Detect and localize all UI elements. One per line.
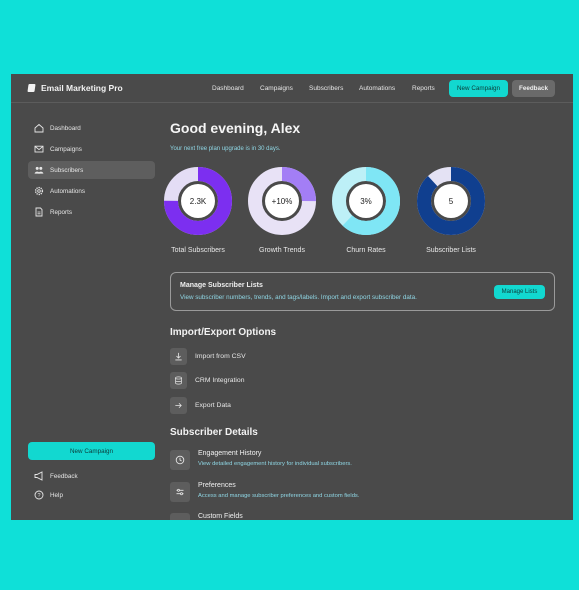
engagement-history-description: View detailed engagement history for ind… [198,461,352,467]
stat-card[interactable]: 2.3K [163,167,233,240]
sidebar-item-help[interactable]: ? Help [28,486,155,504]
sidebar-item-reports[interactable]: Reports [28,203,155,221]
stat-card[interactable]: 3% [331,167,401,240]
sidebar-item-label: Feedback [50,472,78,480]
preferences-title: Preferences [198,482,236,489]
nav-campaigns[interactable]: Campaigns [260,85,293,92]
manage-lists-title: Manage Subscriber Lists [180,282,263,289]
subscriber-details-title: Subscriber Details [170,427,258,438]
export-data-label: Export Data [195,402,231,409]
stat-card[interactable]: 5 [416,167,486,240]
nav-automations[interactable]: Automations [359,85,395,92]
sidebar-item-automations[interactable]: Automations [28,182,155,200]
clock-icon [170,450,190,470]
plan-upgrade-note: Your next free plan upgrade is in 30 day… [170,146,281,152]
donut-chart: 3% [332,167,400,235]
sliders-icon [170,482,190,502]
nav-reports[interactable]: Reports [412,85,435,92]
gear-icon [34,186,44,196]
arrow-right-icon [170,397,187,414]
brand-name: Email Marketing Pro [41,83,123,93]
manage-lists-card: Manage Subscriber Lists View subscriber … [170,272,555,311]
sidebar-item-subscribers[interactable]: Subscribers [28,161,155,179]
import-export-title: Import/Export Options [170,327,277,338]
sidebar-item-label: Automations [50,187,86,195]
sidebar-new-campaign-button[interactable]: New Campaign [28,442,155,460]
sidebar-item-dashboard[interactable]: Dashboard [28,119,155,137]
document-icon [34,207,44,217]
export-data-item[interactable]: Export Data [170,397,231,414]
custom-fields-title: Custom Fields [198,513,243,520]
stat-value: +10% [272,197,293,206]
download-icon [170,348,187,365]
brand[interactable]: Email Marketing Pro [27,83,123,93]
donut-chart: 5 [417,167,485,235]
import-csv-item[interactable]: Import from CSV [170,348,246,365]
megaphone-icon [34,471,44,481]
engagement-history-title: Engagement History [198,450,262,457]
new-campaign-button[interactable]: New Campaign [449,80,508,97]
stat-value: 3% [360,197,372,206]
users-icon [34,165,44,175]
app-window: Email Marketing Pro Dashboard Campaigns … [11,74,573,520]
home-icon [34,123,44,133]
page-title: Good evening, Alex [170,120,301,136]
logo-icon [27,84,36,92]
top-bar: Email Marketing Pro Dashboard Campaigns … [11,74,573,103]
stat-value: 2.3K [190,197,207,206]
crm-integration-item[interactable]: CRM Integration [170,372,245,389]
stat-card[interactable]: +10% [247,167,317,240]
database-icon [170,372,187,389]
sidebar-item-feedback[interactable]: Feedback [28,467,155,485]
help-icon: ? [34,490,44,500]
sidebar-item-label: Reports [50,208,73,216]
donut-chart: +10% [248,167,316,235]
list-icon [170,513,190,520]
stat-label: Growth Trends [259,247,305,254]
stat-value: 5 [449,197,454,206]
sidebar-item-label: Campaigns [50,145,82,153]
svg-text:?: ? [37,493,40,499]
nav-subscribers[interactable]: Subscribers [309,85,343,92]
nav-dashboard[interactable]: Dashboard [212,85,244,92]
mail-icon [34,144,44,154]
stat-label: Total Subscribers [171,247,225,254]
manage-lists-description: View subscriber numbers, trends, and tag… [180,294,417,301]
stat-label: Churn Rates [346,247,386,254]
sidebar-item-label: Subscribers [50,166,84,174]
manage-lists-button[interactable]: Manage Lists [494,285,545,299]
donut-chart: 2.3K [164,167,232,235]
sidebar-item-campaigns[interactable]: Campaigns [28,140,155,158]
sidebar-item-label: Help [50,491,63,499]
stat-label: Subscriber Lists [426,247,476,254]
preferences-description: Access and manage subscriber preferences… [198,493,360,499]
feedback-button[interactable]: Feedback [512,80,555,97]
crm-integration-label: CRM Integration [195,377,245,384]
import-csv-label: Import from CSV [195,353,246,360]
sidebar-item-label: Dashboard [50,124,81,132]
